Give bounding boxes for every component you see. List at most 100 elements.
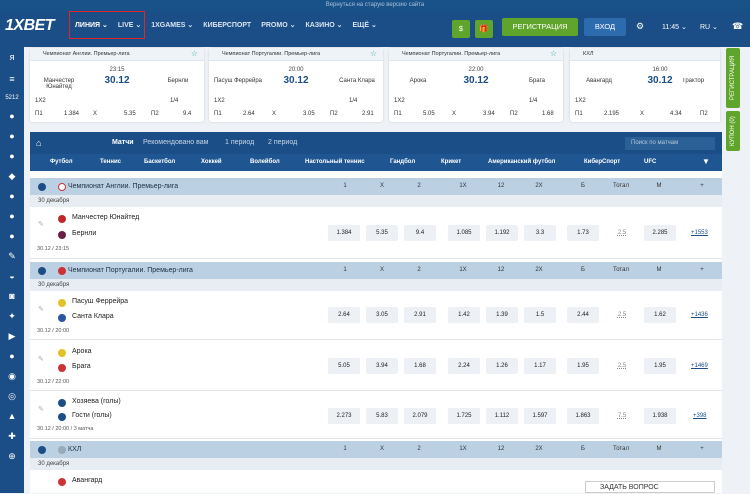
featured-match-card[interactable]: Чемпионат Португалии. Премьер-лига ☆ Аро… [389,48,563,122]
tab-period-1[interactable]: 1 период [225,137,254,149]
nav-promo[interactable]: PROMO ⌄ [256,11,300,41]
sport-volleyball[interactable]: Волейбол [250,157,280,168]
football-icon[interactable]: ● [5,111,19,121]
handball-icon[interactable]: ● [5,231,19,241]
table-tennis-icon[interactable]: ● [5,211,19,221]
sport-ufc[interactable]: UFC [644,157,656,168]
card-pager[interactable]: 1/4 [529,98,563,104]
odd-1[interactable]: 5.05 [328,358,360,374]
sport-basketball[interactable]: Баскетбол [144,157,175,168]
settings-icon[interactable]: ⚙ [636,21,644,32]
odd-value[interactable]: 1.68 [542,111,554,117]
tab-recommended[interactable]: Рекомендовано вам [143,137,208,149]
odd-under[interactable]: 2.285 [644,225,676,241]
odd-1x[interactable]: 1.085 [448,225,480,241]
odd-x[interactable]: 3.94 [366,358,398,374]
nav-1xgames[interactable]: 1XGAMES ⌄ [146,11,198,41]
deposit-button[interactable]: $ [452,20,470,38]
match-row[interactable]: ✎ Арока Брага 30.12 / 22:00 5.05 3.94 1.… [30,340,722,391]
darts-icon[interactable]: ◎ [5,391,19,401]
odd-value[interactable]: 2.64 [243,111,255,117]
ask-question-button[interactable]: ЗАДАТЬ ВОПРОС [585,481,715,493]
nav-esports[interactable]: КИБЕРСПОРТ [198,11,256,41]
horse-racing-icon[interactable]: ▶ [5,331,19,341]
odd-12[interactable]: 1.192 [486,225,518,241]
star-icon[interactable]: ☆ [191,49,198,58]
search-input[interactable]: Поиск по матчам [625,137,715,150]
cricket-icon[interactable]: ✎ [5,251,19,261]
odd-value[interactable]: 3.94 [483,111,495,117]
sport-handball[interactable]: Гандбол [390,157,415,168]
nav-casino[interactable]: КАЗИНО ⌄ [300,11,347,41]
american-football-icon[interactable]: ◒ [5,271,19,281]
more-markets-link[interactable]: +1436 [691,312,708,318]
old-version-link[interactable]: Вернуться на старую версию сайта [0,0,750,11]
card-pager[interactable]: 1/4 [170,98,204,104]
brand-logo[interactable]: 1XBET [5,17,55,35]
odd-value[interactable]: 9.4 [183,111,191,117]
clock-time[interactable]: 11:45 ⌄ [662,23,687,31]
odd-value[interactable]: 1.384 [64,111,79,117]
odd-value[interactable]: 5.05 [423,111,435,117]
register-button[interactable]: РЕГИСТРАЦИЯ [502,18,578,36]
more-markets-link[interactable]: +1469 [691,363,708,369]
biathlon-icon[interactable]: ✚ [5,431,19,441]
odd-value[interactable]: 2.91 [362,111,374,117]
odd-2x[interactable]: 1.597 [524,408,556,424]
sport-cricket[interactable]: Крикет [441,157,461,168]
language-select[interactable]: RU ⌄ [700,23,718,31]
favorites-icon[interactable]: я [5,52,19,62]
esports-icon[interactable]: ◙ [5,291,19,301]
basketball-icon[interactable]: ● [5,151,19,161]
match-row[interactable]: ✎ Пасуш Феррейра Санта Клара 30.12 / 20:… [30,291,722,340]
ufc-icon[interactable]: ✦ [5,311,19,321]
sport-tennis[interactable]: Теннис [100,157,121,168]
odd-value[interactable]: 3.05 [303,111,315,117]
home-icon[interactable]: ⌂ [36,137,41,149]
odd-under[interactable]: 1.938 [644,408,676,424]
league-header[interactable]: Чемпионат Англии. Премьер-лига 1 X 2 1X … [30,178,722,195]
odd-value[interactable]: 4.34 [670,111,682,117]
league-header[interactable]: КХЛ 1 X 2 1X 12 2X Б Тотал М + [30,441,722,458]
odd-1x[interactable]: 1.725 [448,408,480,424]
odd-2[interactable]: 2.079 [404,408,436,424]
odd-2[interactable]: 2.91 [404,307,436,323]
tab-period-2[interactable]: 2 период [268,137,297,149]
more-markets-link[interactable]: +1553 [691,230,708,236]
odd-2[interactable]: 1.68 [404,358,436,374]
sport-table-tennis[interactable]: Настольный теннис [305,157,365,168]
star-icon[interactable]: ☆ [550,49,557,58]
phone-icon[interactable]: ☎ [732,21,743,32]
pin-icon[interactable]: ✎ [38,305,44,313]
more-markets-link[interactable]: +398 [693,413,707,419]
menu-icon[interactable]: ≡ [5,74,19,84]
match-row[interactable]: ✎ Манчестер Юнайтед Бернли 30.12 / 23:15… [30,207,722,259]
sport-football[interactable]: Футбол [50,157,73,168]
odd-12[interactable]: 1.112 [486,408,518,424]
odd-2x[interactable]: 1.17 [524,358,556,374]
coupon-side-tab[interactable]: КУПОН (0) [726,111,740,151]
sport-hockey[interactable]: Хоккей [201,157,222,168]
odd-x[interactable]: 3.05 [366,307,398,323]
odd-1[interactable]: 1.384 [328,225,360,241]
tennis-icon[interactable]: ● [5,131,19,141]
odd-2x[interactable]: 3.3 [524,225,556,241]
total-value[interactable]: 2.5 [610,307,634,323]
baseball-icon[interactable]: ● [5,351,19,361]
odd-x[interactable]: 5.83 [366,408,398,424]
hockey-icon[interactable]: ◆ [5,171,19,181]
odd-over[interactable]: 1.863 [567,408,599,424]
league-header[interactable]: Чемпионат Португалии. Премьер-лига 1 X 2… [30,262,722,279]
pin-icon[interactable]: ✎ [38,220,44,228]
odd-2x[interactable]: 1.5 [524,307,556,323]
gift-button[interactable]: 🎁 [475,20,493,38]
featured-match-card[interactable]: Чемпионат Португалии. Премьер-лига ☆ Пас… [209,48,383,122]
odd-1x[interactable]: 1.42 [448,307,480,323]
odd-under[interactable]: 1.95 [644,358,676,374]
nav-more[interactable]: ЕЩЁ ⌄ [348,11,382,41]
match-row[interactable]: ✎ Хозяева (голы) Гости (голы) 30.12 / 20… [30,391,722,439]
odd-over[interactable]: 1.73 [567,225,599,241]
total-value[interactable]: 2.5 [610,358,634,374]
pin-icon[interactable]: ✎ [38,355,44,363]
more-sports-icon[interactable]: ⊕ [5,451,19,461]
